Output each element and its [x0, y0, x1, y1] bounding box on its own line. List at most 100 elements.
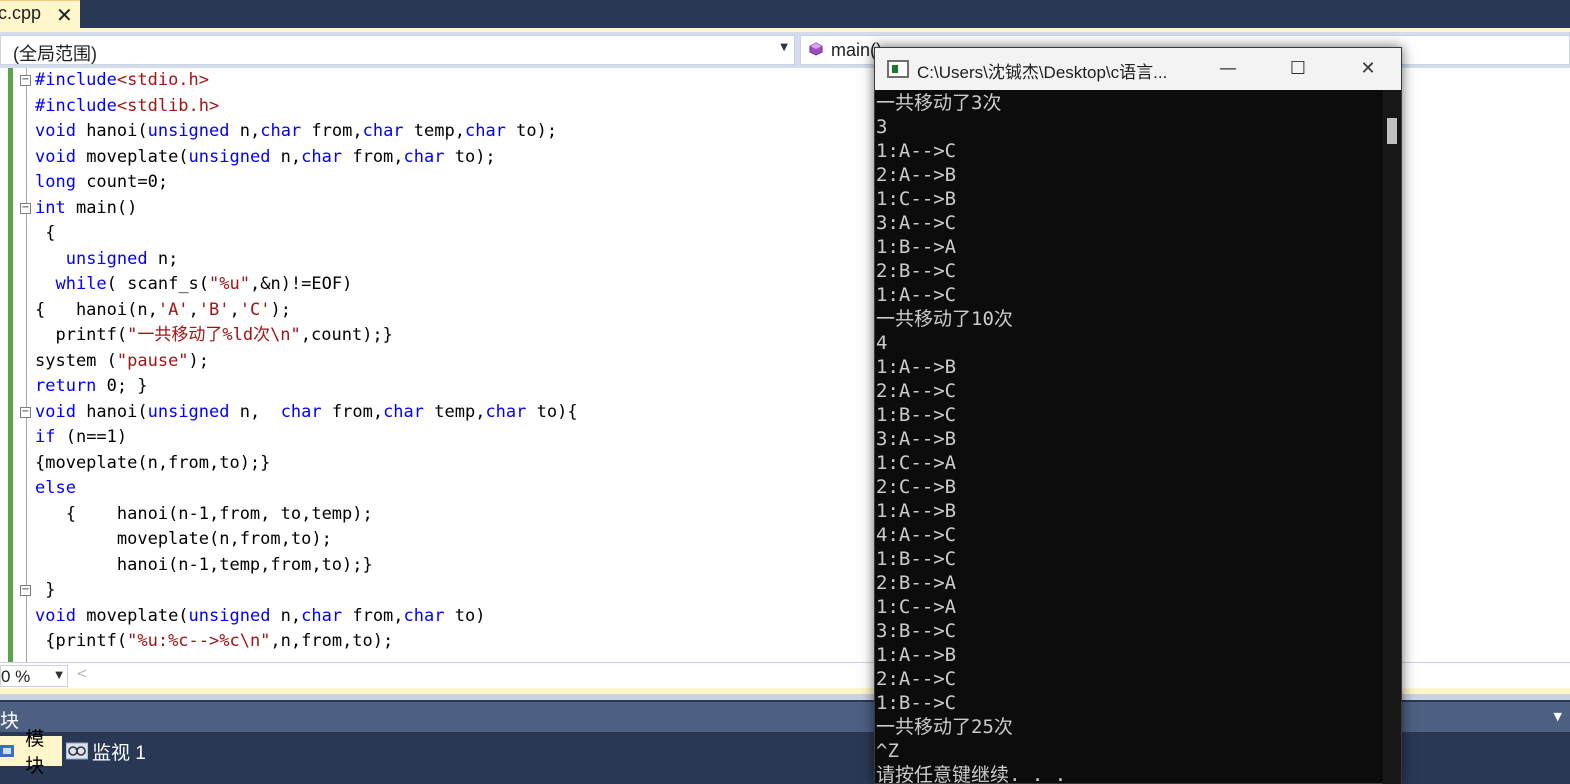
console-app-icon [887, 60, 909, 78]
code-line[interactable]: { hanoi(n-1,from, to,temp); [35, 502, 373, 527]
console-line: 请按任意键继续. . . [876, 764, 1067, 784]
code-line[interactable]: long count=0; [35, 170, 168, 195]
console-line: 1:C-->A [876, 452, 957, 474]
close-button[interactable]: ✕ [1333, 48, 1403, 90]
code-token: from, [342, 605, 404, 626]
code-line[interactable]: while( scanf_s("%u",&n)!=EOF) [35, 272, 352, 297]
scrollbar-thumb[interactable] [1387, 118, 1397, 144]
code-token: char [362, 121, 404, 141]
code-token: ); [270, 299, 291, 320]
code-token: temp, [424, 401, 486, 422]
code-line[interactable]: void moveplate(unsigned n,char from,char… [35, 604, 485, 629]
code-line[interactable]: { [35, 221, 55, 246]
console-line: 2:A-->C [876, 380, 957, 402]
code-token: , [188, 299, 199, 320]
console-line: 1:A-->C [876, 140, 957, 162]
code-token: char [301, 605, 343, 626]
code-token: char [464, 121, 506, 141]
collapse-toggle-icon[interactable]: − [20, 406, 31, 418]
code-line[interactable]: {moveplate(n,from,to);} [35, 451, 270, 476]
code-token: unsigned [147, 401, 230, 422]
modules-icon [0, 741, 21, 761]
code-token: <stdio.h> [116, 70, 210, 90]
tab-c-cpp[interactable]: c.cpp ✕ [0, 0, 80, 28]
code-line[interactable]: #include<stdio.h> [35, 68, 209, 93]
code-line[interactable]: hanoi(n-1,temp,from,to);} [35, 553, 373, 578]
code-token: from, [321, 401, 384, 422]
tab-modules[interactable]: 模块 [0, 729, 62, 777]
watch-icon [65, 741, 89, 761]
method-icon [809, 42, 823, 56]
code-line[interactable]: return 0; } [35, 374, 148, 399]
chevron-down-icon[interactable]: ▼ [780, 42, 788, 53]
console-scrollbar[interactable] [1383, 90, 1401, 784]
code-token: char [403, 146, 445, 167]
scope-dropdown[interactable]: (全局范围) ▼ [0, 35, 795, 65]
code-token: char [485, 401, 527, 422]
console-title-bar[interactable]: C:\Users\沈铖杰\Desktop\c语言... — ☐ ✕ [875, 48, 1401, 90]
code-token: hanoi( [75, 401, 148, 422]
code-token: void [35, 121, 76, 141]
tab-watch-1[interactable]: 监视 1 [65, 736, 176, 766]
minimize-button[interactable]: — [1193, 48, 1263, 90]
code-token: void [35, 401, 76, 422]
code-token: return [35, 376, 97, 396]
maximize-button[interactable]: ☐ [1263, 48, 1333, 90]
code-line[interactable]: printf("一共移动了%ld次\n",count);} [35, 323, 392, 348]
code-token: n, [229, 401, 281, 422]
console-line: 2:A-->B [876, 164, 957, 186]
console-line: 4 [876, 332, 888, 354]
code-line[interactable]: int main() [35, 196, 137, 221]
code-token: hanoi(n-1,temp,from,to);} [35, 554, 373, 575]
code-line[interactable]: if (n==1) [35, 425, 127, 450]
chevron-down-icon[interactable]: ▼ [55, 670, 63, 681]
change-tracking-bar [8, 68, 13, 662]
tab-close-icon[interactable]: ✕ [56, 3, 73, 27]
code-token: unsigned [188, 146, 271, 167]
code-token: unsigned [65, 248, 148, 269]
code-token: char [280, 401, 322, 422]
code-token: unsigned [188, 605, 271, 626]
code-token: "一共移动了%ld次\n" [127, 325, 301, 345]
console-line: ^Z [876, 740, 899, 762]
console-window[interactable]: C:\Users\沈铖杰\Desktop\c语言... — ☐ ✕ 一共移动了3… [874, 47, 1402, 784]
code-token: unsigned [147, 121, 230, 141]
code-token: to); [444, 146, 496, 167]
console-line: 4:A-->C [876, 524, 957, 546]
console-line: 3 [876, 116, 888, 138]
code-line[interactable]: system ("pause"); [35, 349, 209, 374]
chevron-down-icon[interactable]: ▼ [1554, 710, 1562, 723]
code-line[interactable]: } [35, 578, 55, 603]
code-line[interactable]: else [35, 476, 76, 501]
code-token: {moveplate(n,from,to);} [35, 452, 271, 473]
code-line[interactable]: #include<stdlib.h> [35, 94, 219, 119]
code-line[interactable]: {printf("%u:%c-->%c\n",n,from,to); [35, 629, 393, 654]
collapse-toggle-icon[interactable]: − [20, 202, 31, 214]
code-line[interactable]: void hanoi(unsigned n,char from,char tem… [35, 119, 557, 144]
code-token: <stdlib.h> [116, 95, 220, 116]
console-line: 1:B-->C [876, 404, 957, 426]
zoom-dropdown[interactable]: 0 % ▼ [0, 665, 68, 687]
zoom-value: 0 % [1, 667, 31, 686]
collapse-toggle-icon[interactable]: − [20, 585, 31, 596]
console-title: C:\Users\沈铖杰\Desktop\c语言... [917, 63, 1168, 82]
console-output[interactable]: 一共移动了3次 3 1:A-->C 2:A-->B 1:C-->B 3:A-->C 1:B-… [875, 90, 1385, 784]
console-line: 1:A-->B [876, 500, 957, 522]
code-token: moveplate( [75, 605, 189, 626]
console-line: 1:B-->C [876, 548, 957, 570]
code-line[interactable]: { hanoi(n,'A','B','C'); [35, 298, 291, 323]
console-line: 1:A-->B [876, 644, 957, 666]
scroll-left-icon[interactable]: < [76, 666, 88, 682]
code-token: 'A' [157, 299, 189, 320]
code-token: moveplate( [75, 146, 189, 167]
code-line[interactable]: moveplate(n,from,to); [35, 527, 332, 552]
code-token: } [35, 580, 56, 600]
code-line[interactable]: unsigned n; [35, 247, 179, 272]
code-line[interactable]: void hanoi(unsigned n, char from,char te… [35, 400, 578, 425]
code-token: to); [505, 121, 558, 141]
console-line: 1:A-->B [876, 356, 957, 378]
code-token: { hanoi(n-1,from, to,temp); [35, 503, 373, 524]
code-line[interactable]: void moveplate(unsigned n,char from,char… [35, 145, 496, 170]
tab-watch-label: 监视 1 [92, 742, 146, 764]
collapse-toggle-icon[interactable]: − [20, 75, 31, 86]
